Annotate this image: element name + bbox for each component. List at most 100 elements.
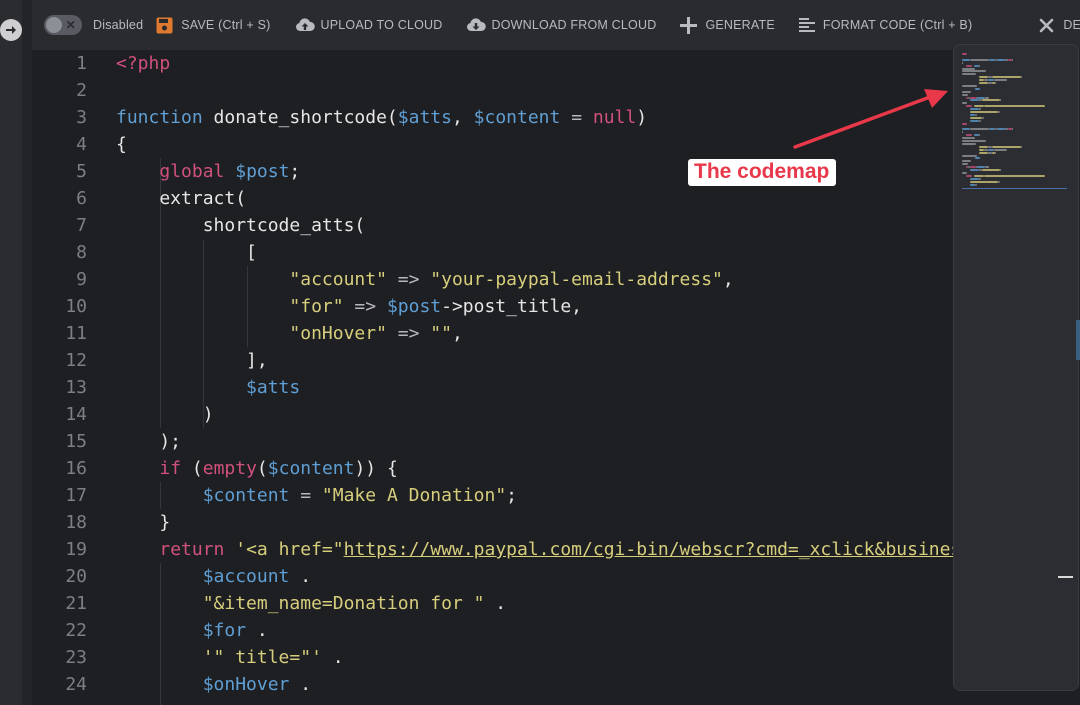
- codemap-line: [970, 116, 982, 119]
- code-token: "onHover": [289, 323, 387, 344]
- code-token: {: [116, 134, 127, 155]
- line-code: $atts: [116, 374, 300, 401]
- code-line[interactable]: 14 ): [32, 401, 962, 428]
- cloud-download-icon: [466, 17, 486, 33]
- codemap-line: [976, 166, 986, 169]
- code-line[interactable]: 3 function donate_shortcode($atts, $conte…: [32, 104, 962, 131]
- code-token: "for": [289, 296, 344, 317]
- code-token: function: [116, 107, 203, 128]
- scroll-position-marker: [1058, 576, 1073, 578]
- codemap-line: [962, 140, 987, 142]
- codemap-line: [1012, 58, 1014, 61]
- line-number: 23: [65, 647, 87, 668]
- format-label: FORMAT CODE (Ctrl + B): [822, 18, 973, 32]
- code-token: donate_shortcode(: [202, 107, 398, 128]
- codemap-line: [978, 134, 980, 137]
- codemap[interactable]: [953, 44, 1079, 691]
- code-line[interactable]: 22 $for .: [32, 617, 962, 644]
- code-token: ,: [722, 269, 734, 290]
- codemap-line: [978, 108, 981, 111]
- code-line[interactable]: 4{: [32, 131, 962, 158]
- code-token: .: [484, 593, 507, 614]
- code-line[interactable]: 21 "&item_name=Donation for " .: [32, 590, 962, 617]
- code-token: .: [289, 566, 312, 587]
- download-from-cloud-button[interactable]: DOWNLOAD FROM CLOUD: [466, 0, 657, 50]
- codemap-line: [962, 137, 975, 140]
- codemap-line: [970, 166, 976, 169]
- codemap-line: [974, 87, 980, 90]
- codemap-line: [962, 70, 987, 73]
- generate-button[interactable]: GENERATE: [680, 0, 775, 50]
- line-number: 18: [65, 512, 87, 533]
- code-line[interactable]: 9 "account" => "your-paypal-email-addres…: [32, 266, 962, 293]
- left-rail: [0, 0, 23, 705]
- code-token: $onHover: [202, 674, 290, 695]
- codemap-line: [970, 58, 990, 61]
- line-number: 5: [76, 161, 87, 182]
- line-code: $for .: [116, 617, 268, 644]
- code-line[interactable]: 13 $atts: [32, 374, 962, 401]
- codemap-line: [985, 166, 990, 169]
- codemap-line: [970, 169, 979, 171]
- upload-to-cloud-button[interactable]: UPLOAD TO CLOUD: [295, 0, 443, 50]
- code-line[interactable]: 2: [32, 77, 962, 104]
- code-token: .: [289, 674, 312, 695]
- line-number: 15: [65, 431, 87, 452]
- code-token: empty: [202, 458, 257, 479]
- codemap-line: [970, 119, 979, 122]
- codemap-callout: The codemap: [688, 159, 837, 186]
- codemap-line: [988, 79, 994, 82]
- scrollbar-thumb[interactable]: [1076, 320, 1080, 360]
- codemap-line: [962, 61, 964, 64]
- code-token: <?php: [116, 53, 171, 74]
- delete-button[interactable]: DELETE: [1039, 0, 1080, 50]
- code-token: "&item_name=Donation for ": [202, 593, 485, 614]
- codemap-line: [989, 128, 995, 131]
- line-number: 7: [76, 215, 87, 236]
- code-editor[interactable]: 1 <?php 2 3 function donate_shortcode($atts,…: [32, 50, 1080, 705]
- code-line[interactable]: 23 '" title="' .: [32, 644, 962, 671]
- format-code-button[interactable]: FORMAT CODE (Ctrl + B): [798, 0, 973, 50]
- codemap-line: [962, 67, 975, 70]
- code-line[interactable]: 10 "for" => $post->post_title,: [32, 293, 962, 320]
- save-button[interactable]: SAVE (Ctrl + S): [156, 0, 270, 50]
- code-line[interactable]: 18 }: [32, 509, 962, 536]
- code-line[interactable]: 12 ],: [32, 347, 962, 374]
- line-code: return '<a href="https://www.paypal.com/…: [116, 536, 972, 563]
- arrow-right-circle-icon[interactable]: [0, 19, 22, 41]
- code-token: );: [116, 431, 182, 452]
- line-number: 8: [76, 242, 87, 263]
- code-token: $content: [202, 485, 290, 506]
- code-line[interactable]: 24 $onHover .: [32, 671, 962, 698]
- code-line[interactable]: 11 "onHover" => "",: [32, 320, 962, 347]
- code-line[interactable]: 20 $account .: [32, 563, 962, 590]
- code-line[interactable]: 8 [: [32, 239, 962, 266]
- code-line[interactable]: 19 return '<a href="https://www.paypal.c…: [32, 536, 972, 563]
- generate-label: GENERATE: [705, 18, 775, 32]
- line-number: 9: [76, 269, 87, 290]
- code-line[interactable]: 16 if (empty($content)) {: [32, 455, 962, 482]
- code-line[interactable]: 17 $content = "Make A Donation";: [32, 482, 962, 509]
- codemap-line: [962, 102, 968, 105]
- line-code: "&item_name=Donation for " .: [116, 590, 506, 617]
- code-token: $atts: [246, 377, 301, 398]
- code-line[interactable]: 7 shortcode_atts(: [32, 212, 962, 239]
- code-token: $post: [235, 161, 290, 182]
- code-token: global: [159, 161, 225, 182]
- code-line[interactable]: 1 <?php: [32, 50, 962, 77]
- codemap-line: [1020, 76, 1022, 79]
- code-line[interactable]: 6 extract(: [32, 185, 962, 212]
- codemap-line: [1012, 128, 1014, 131]
- code-line[interactable]: 15 );: [32, 428, 962, 455]
- code-token: $atts: [397, 107, 452, 128]
- codemap-line: [974, 157, 980, 160]
- code-token: ,: [451, 323, 463, 344]
- code-token: =>: [386, 269, 431, 290]
- enable-toggle[interactable]: ✕: [44, 15, 82, 35]
- line-number: 22: [65, 620, 87, 641]
- code-token: "Make A Donation": [321, 485, 507, 506]
